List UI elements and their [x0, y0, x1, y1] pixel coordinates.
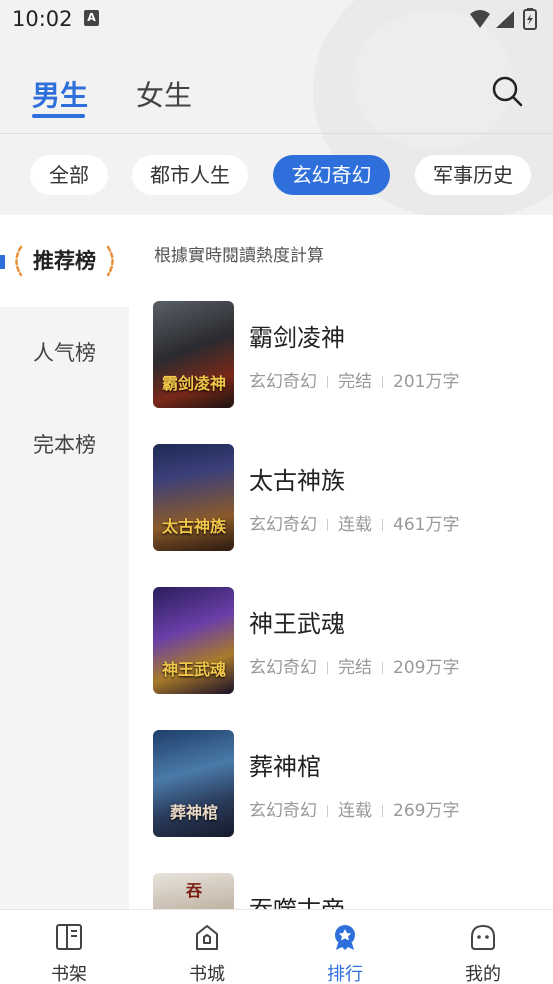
book-title: 太古神族: [249, 467, 345, 495]
book-genre: 玄幻奇幻: [249, 372, 317, 392]
tab-male[interactable]: 男生: [32, 74, 88, 114]
book-cover: 吞: [153, 873, 234, 909]
book-cover-title: 太古神族: [161, 517, 226, 536]
nav-label: 书架: [51, 964, 87, 984]
meta-divider: [327, 805, 328, 817]
book-cover: 太古神族: [153, 444, 234, 551]
profile-icon: [471, 924, 495, 950]
status-bar: 10:02 A: [0, 0, 553, 40]
book-words: 201万字: [393, 372, 460, 392]
nav-label: 我的: [465, 964, 501, 984]
category-chip-military[interactable]: 军事历史: [415, 155, 531, 195]
nav-ranking[interactable]: 排行: [276, 910, 414, 984]
tab-female[interactable]: 女生: [136, 74, 192, 114]
nav-bookshelf[interactable]: 书架: [0, 910, 138, 984]
ranking-icon: [335, 925, 355, 950]
book-cover-title: 霸剑凌神: [161, 374, 226, 393]
meta-divider: [327, 376, 328, 388]
laurel-right-icon: [106, 245, 114, 277]
wifi-icon: [470, 10, 490, 28]
book-title: 神王武魂: [249, 610, 345, 638]
book-cover-title: 神王武魂: [161, 660, 226, 679]
category-chip-all[interactable]: 全部: [30, 155, 108, 195]
rank-item-label: 推荐榜: [33, 249, 96, 273]
book-item[interactable]: 霸剑凌神 霸剑凌神 玄幻奇幻 完结 201万字: [153, 301, 553, 409]
book-cover: 神王武魂: [153, 587, 234, 694]
book-status: 完结: [338, 658, 372, 678]
book-status: 连载: [338, 515, 372, 535]
meta-divider: [327, 662, 328, 674]
book-item[interactable]: 吞 吞噬古帝: [153, 873, 553, 909]
book-title: 吞噬古帝: [249, 890, 345, 909]
status-icons: [470, 8, 537, 30]
bookshelf-icon: [56, 924, 82, 950]
nav-bookstore[interactable]: 书城: [138, 910, 276, 984]
book-title: 霸剑凌神: [249, 324, 345, 352]
laurel-left-icon: [15, 245, 23, 277]
rank-item-label: 人气榜: [33, 341, 96, 365]
bookstore-icon: [196, 925, 218, 950]
book-cover: 葬神棺: [153, 730, 234, 837]
book-genre: 玄幻奇幻: [249, 515, 317, 535]
status-time: 10:02: [12, 7, 73, 31]
signal-icon: [496, 11, 514, 28]
rank-item-completed[interactable]: 完本榜: [0, 399, 129, 491]
book-item[interactable]: 葬神棺 葬神棺 玄幻奇幻 连载 269万字: [153, 730, 553, 838]
search-icon[interactable]: [490, 74, 524, 108]
nav-label: 书城: [189, 964, 225, 984]
book-genre: 玄幻奇幻: [249, 658, 317, 678]
category-chip-urban[interactable]: 都市人生: [132, 155, 248, 195]
battery-icon: [523, 8, 537, 30]
book-title: 葬神棺: [249, 753, 321, 781]
rank-item-recommend[interactable]: 推荐榜: [0, 215, 129, 307]
book-cover: 霸剑凌神: [153, 301, 234, 408]
book-item[interactable]: 太古神族 太古神族 玄幻奇幻 连载 461万字: [153, 444, 553, 552]
rank-item-popular[interactable]: 人气榜: [0, 307, 129, 399]
nav-profile[interactable]: 我的: [414, 910, 552, 984]
rank-menu: 推荐榜 人气榜 完本榜: [0, 215, 129, 909]
rank-item-label: 完本榜: [33, 433, 96, 457]
book-meta: 玄幻奇幻 连载 461万字: [249, 510, 459, 535]
header-divider: [0, 133, 553, 134]
book-meta: 玄幻奇幻 连载 269万字: [249, 796, 459, 821]
book-status: 连载: [338, 801, 372, 821]
category-chips: 全部 都市人生 玄幻奇幻 军事历史: [0, 155, 553, 195]
meta-divider: [382, 519, 383, 531]
book-meta: 玄幻奇幻 完结 209万字: [249, 653, 459, 678]
book-status: 完结: [338, 372, 372, 392]
rank-active-indicator: [0, 255, 5, 269]
meta-divider: [327, 519, 328, 531]
book-words: 269万字: [393, 801, 460, 821]
book-cover-title: 葬神棺: [169, 803, 218, 822]
category-chip-fantasy[interactable]: 玄幻奇幻: [273, 155, 390, 195]
bottom-nav: 书架 书城 排行 我的: [0, 909, 553, 984]
notification-icon: A: [84, 10, 99, 26]
list-caption: 根據實時閱讀熱度計算: [154, 246, 324, 266]
tab-active-indicator: [32, 114, 85, 118]
book-cover-title: 吞: [185, 881, 202, 900]
book-genre: 玄幻奇幻: [249, 801, 317, 821]
meta-divider: [382, 376, 383, 388]
nav-label: 排行: [327, 964, 363, 984]
book-list: 根據實時閱讀熱度計算 霸剑凌神 霸剑凌神 玄幻奇幻 完结 201万字 太古神族 太古…: [129, 215, 553, 909]
book-meta: 玄幻奇幻 完结 201万字: [249, 367, 459, 392]
book-item[interactable]: 神王武魂 神王武魂 玄幻奇幻 完结 209万字: [153, 587, 553, 695]
gender-tabs: 男生 女生: [0, 70, 553, 120]
meta-divider: [382, 662, 383, 674]
book-words: 461万字: [393, 515, 460, 535]
book-words: 209万字: [393, 658, 460, 678]
header: 10:02 A 男生 女生 全部 都市人生 玄幻奇幻 军事历史: [0, 0, 553, 215]
meta-divider: [382, 805, 383, 817]
